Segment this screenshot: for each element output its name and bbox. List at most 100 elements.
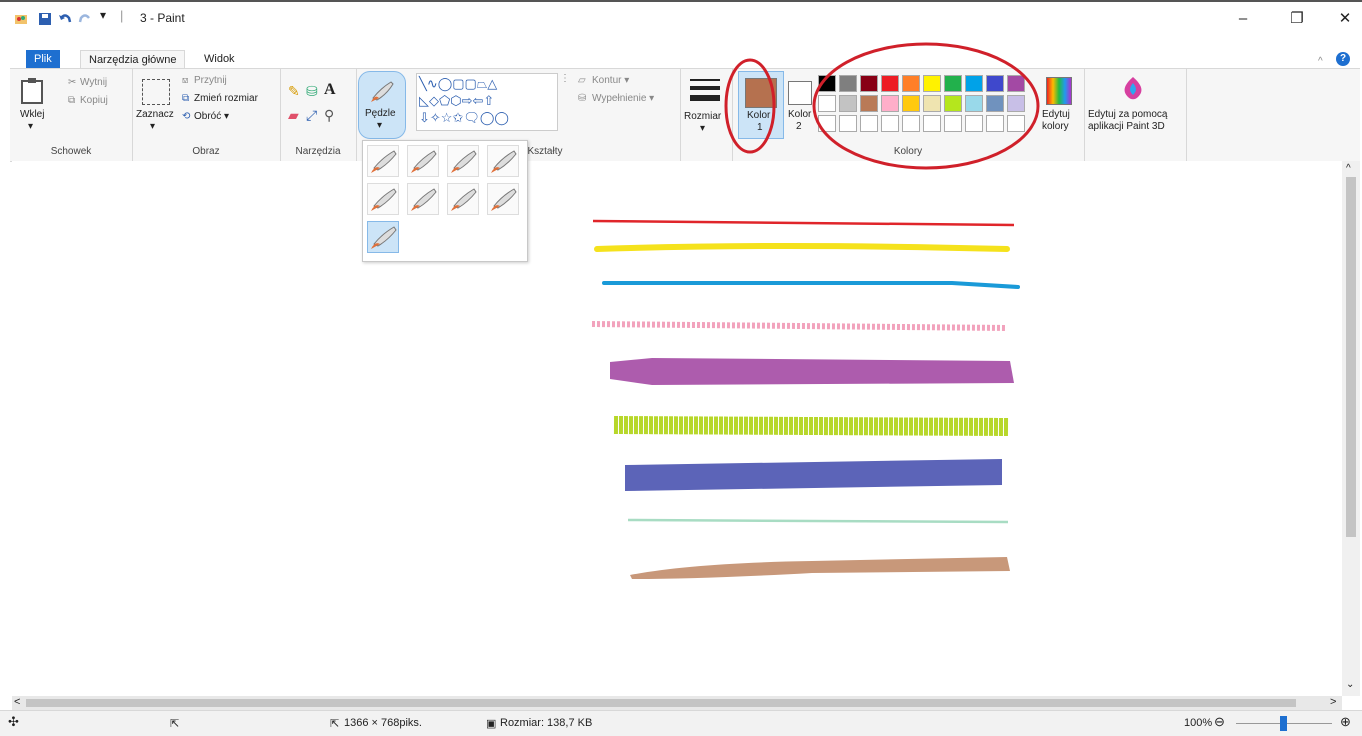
- outline-button[interactable]: Kontur ▾: [592, 75, 629, 86]
- tab-home[interactable]: Narzędzia główne: [80, 50, 186, 69]
- paste-button[interactable]: Wklej: [20, 109, 44, 120]
- undo-icon[interactable]: [58, 12, 72, 26]
- palette-swatch[interactable]: [839, 95, 857, 112]
- canvas-size-icon: ⇱: [330, 718, 340, 730]
- brush-option-9[interactable]: [367, 221, 399, 253]
- palette-swatch[interactable]: [881, 95, 899, 112]
- edit-colors-icon: [1046, 77, 1072, 105]
- brush-option-2[interactable]: [407, 145, 439, 177]
- brush-option-6[interactable]: [407, 183, 439, 215]
- copy-button[interactable]: Kopiuj: [80, 95, 108, 106]
- palette-custom-swatch[interactable]: [902, 115, 920, 132]
- maximize-button[interactable]: ❐: [1282, 8, 1312, 30]
- shapes-gallery[interactable]: ╲∿◯▢▢⏢△ ◺◇⬠⬡⇨⇦⇧ ⇩✧☆✩🗨◯◯: [416, 73, 558, 131]
- close-button[interactable]: ✕: [1330, 8, 1360, 30]
- shapes-row-3[interactable]: ⇩✧☆✩🗨◯◯: [419, 110, 509, 126]
- palette-custom-swatch[interactable]: [881, 115, 899, 132]
- horizontal-scroll-thumb[interactable]: [26, 699, 1296, 707]
- palette-swatch[interactable]: [923, 75, 941, 92]
- pencil-icon[interactable]: ✎: [288, 83, 300, 100]
- palette-swatch[interactable]: [902, 75, 920, 92]
- cut-button[interactable]: Wytnij: [80, 77, 107, 88]
- zoom-slider-thumb[interactable]: [1280, 716, 1287, 731]
- color2-button[interactable]: Kolor 2: [784, 71, 822, 137]
- edit-colors-button[interactable]: Edytuj kolory: [1038, 71, 1082, 137]
- color-picker-icon[interactable]: ⤢: [306, 107, 317, 124]
- minimize-button[interactable]: –: [1228, 8, 1258, 30]
- palette-swatch[interactable]: [986, 95, 1004, 112]
- brush-option-4[interactable]: [487, 145, 519, 177]
- scroll-left-icon[interactable]: <: [14, 696, 20, 708]
- scroll-up-icon[interactable]: ^: [1346, 163, 1351, 174]
- color1-label: Kolor: [747, 110, 771, 121]
- zoom-out-icon[interactable]: ⊖: [1214, 714, 1225, 730]
- palette-swatch[interactable]: [1007, 95, 1025, 112]
- paste-icon[interactable]: [20, 77, 44, 105]
- horizontal-scrollbar[interactable]: < >: [12, 696, 1342, 710]
- palette-custom-swatch[interactable]: [986, 115, 1004, 132]
- scroll-right-icon[interactable]: >: [1330, 696, 1336, 708]
- size-dropdown-icon[interactable]: ▾: [700, 123, 705, 134]
- palette-swatch[interactable]: [902, 95, 920, 112]
- collapse-ribbon-icon[interactable]: ^: [1318, 56, 1323, 67]
- palette-swatch[interactable]: [818, 75, 836, 92]
- palette-swatch[interactable]: [881, 75, 899, 92]
- color1-button[interactable]: Kolor 1: [738, 71, 784, 139]
- select-button[interactable]: Zaznacz: [136, 109, 174, 120]
- zoom-in-icon[interactable]: ⊕: [1340, 714, 1351, 730]
- fill-icon[interactable]: ⛁: [306, 83, 318, 100]
- palette-swatch[interactable]: [818, 95, 836, 112]
- tab-view[interactable]: Widok: [196, 50, 243, 68]
- brush-option-8[interactable]: [487, 183, 519, 215]
- save-icon[interactable]: [38, 12, 52, 26]
- magnifier-icon[interactable]: ⚲: [324, 107, 334, 124]
- help-icon[interactable]: ?: [1336, 52, 1350, 66]
- clipboard-group: Wklej ▾ ✂ Wytnij ⧉ Kopiuj Schowek: [10, 69, 133, 161]
- brushes-button[interactable]: Pędzle ▾: [358, 71, 406, 139]
- paste-dropdown-icon[interactable]: ▾: [28, 121, 33, 132]
- fill-shape-button[interactable]: Wypełnienie ▾: [592, 93, 654, 104]
- resize-button[interactable]: Zmień rozmiar: [194, 93, 258, 104]
- select-icon[interactable]: [142, 79, 170, 105]
- palette-swatch[interactable]: [944, 95, 962, 112]
- palette-swatch[interactable]: [860, 75, 878, 92]
- customize-qa-icon[interactable]: ▾: [100, 8, 114, 22]
- drawing-canvas[interactable]: [12, 161, 1342, 696]
- tab-file[interactable]: Plik: [26, 50, 60, 68]
- palette-custom-swatch[interactable]: [860, 115, 878, 132]
- palette-swatch[interactable]: [986, 75, 1004, 92]
- shapes-row-2[interactable]: ◺◇⬠⬡⇨⇦⇧: [419, 93, 494, 109]
- palette-swatch[interactable]: [944, 75, 962, 92]
- text-icon[interactable]: A: [324, 81, 336, 99]
- vertical-scroll-thumb[interactable]: [1346, 177, 1356, 537]
- scroll-down-icon[interactable]: ⌄: [1346, 679, 1354, 690]
- brush-option-1[interactable]: [367, 145, 399, 177]
- brush-option-5[interactable]: [367, 183, 399, 215]
- rotate-button[interactable]: Obróć ▾: [194, 111, 229, 122]
- palette-custom-swatch[interactable]: [965, 115, 983, 132]
- palette-swatch[interactable]: [923, 95, 941, 112]
- brush-option-7[interactable]: [447, 183, 479, 215]
- palette-swatch[interactable]: [1007, 75, 1025, 92]
- paint3d-button[interactable]: Edytuj za pomocą aplikacji Paint 3D: [1086, 71, 1182, 137]
- crop-button[interactable]: Przytnij: [194, 75, 227, 86]
- palette-swatch[interactable]: [965, 75, 983, 92]
- brush-option-3[interactable]: [447, 145, 479, 177]
- eraser-icon[interactable]: ▰: [288, 107, 299, 124]
- palette-custom-swatch[interactable]: [818, 115, 836, 132]
- shapes-scroll-icon[interactable]: ⋮: [560, 73, 570, 84]
- palette-custom-swatch[interactable]: [944, 115, 962, 132]
- palette-custom-swatch[interactable]: [1007, 115, 1025, 132]
- palette-custom-swatch[interactable]: [923, 115, 941, 132]
- shapes-row-1[interactable]: ╲∿◯▢▢⏢△: [419, 76, 497, 92]
- size-button[interactable]: Rozmiar: [684, 111, 721, 122]
- ribbon-tabs: Plik Narzędzia główne Widok ^ ?: [0, 28, 1362, 69]
- palette-swatch[interactable]: [839, 75, 857, 92]
- vertical-scrollbar[interactable]: ^ ⌄: [1342, 161, 1360, 696]
- redo-icon[interactable]: [78, 12, 92, 26]
- select-dropdown-icon[interactable]: ▾: [150, 121, 155, 132]
- palette-swatch[interactable]: [965, 95, 983, 112]
- brush-option-icon: [371, 226, 397, 249]
- palette-swatch[interactable]: [860, 95, 878, 112]
- palette-custom-swatch[interactable]: [839, 115, 857, 132]
